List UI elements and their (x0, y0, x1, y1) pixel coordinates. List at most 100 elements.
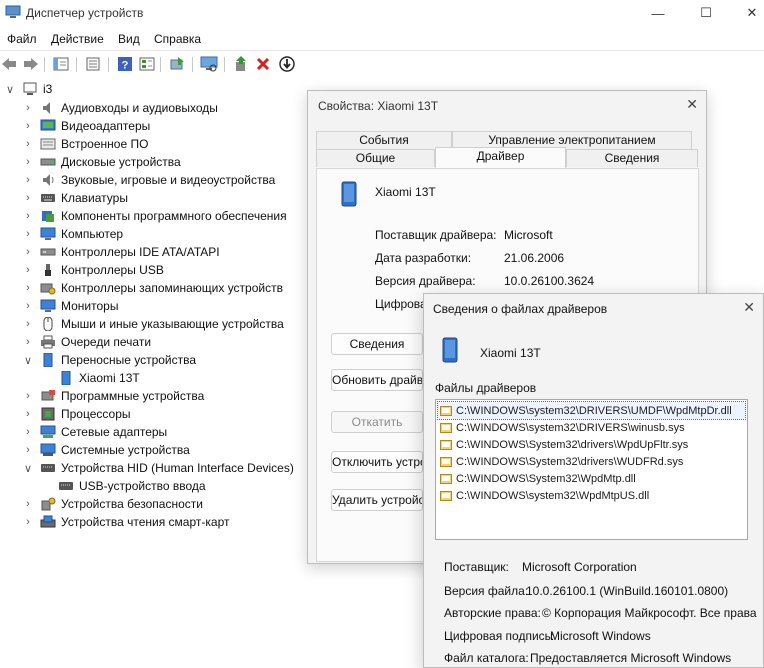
tree-category-label: Программные устройства (61, 389, 205, 403)
tree-category[interactable]: › Контроллеры USB (22, 261, 164, 279)
chevron-right-icon[interactable]: › (22, 174, 34, 186)
list-item[interactable]: C:\WINDOWS\system32\DRIVERS\UMDF\WpdMtpD… (437, 401, 746, 420)
menu-file[interactable]: Файл (7, 32, 37, 46)
tree-category-label: Мониторы (61, 299, 119, 313)
chevron-right-icon[interactable]: › (22, 336, 34, 348)
tree-category[interactable]: › Сетевые адаптеры (22, 423, 167, 441)
tree-category[interactable]: › Видеоадаптеры (22, 117, 150, 135)
tree-category[interactable]: › Контроллеры запоминающих устройств (22, 279, 283, 297)
driver-file-path: C:\WINDOWS\system32\DRIVERS\winusb.sys (456, 421, 685, 434)
tree-category[interactable]: › Звуковые, игровые и видеоустройства (22, 171, 275, 189)
tree-category[interactable]: › Программные устройства (22, 387, 204, 405)
chevron-right-icon[interactable]: › (22, 408, 34, 420)
scan-hardware-icon[interactable] (200, 55, 218, 73)
chevron-right-icon[interactable]: › (22, 318, 34, 330)
chevron-right-icon[interactable]: › (22, 444, 34, 456)
tree-category[interactable]: ∨ Устройства HID (Human Interface Device… (22, 459, 294, 477)
minimize-button[interactable]: — (648, 4, 668, 22)
tree-category[interactable]: › Очереди печати (22, 333, 151, 351)
update-driver-button[interactable]: Обновить драйве (331, 369, 423, 391)
chevron-down-icon[interactable]: ∨ (4, 83, 16, 96)
chevron-right-icon[interactable]: › (22, 426, 34, 438)
firmware-icon (40, 138, 56, 150)
menu-view[interactable]: Вид (118, 32, 140, 46)
chevron-down-icon[interactable]: ∨ (22, 462, 34, 475)
chevron-right-icon[interactable]: › (22, 192, 34, 204)
tree-device[interactable]: USB-устройство ввода (58, 477, 206, 495)
chevron-down-icon[interactable]: ∨ (22, 354, 34, 367)
tree-category[interactable]: › Мыши и иные указывающие устройства (22, 315, 284, 333)
chevron-right-icon[interactable]: › (22, 282, 34, 294)
tree-category[interactable]: › Системные устройства (22, 441, 190, 459)
driver-file-path: C:\WINDOWS\system32\DRIVERS\UMDF\WpdMtpD… (456, 404, 732, 417)
disable-icon[interactable] (278, 55, 296, 73)
list-item[interactable]: C:\WINDOWS\system32\WpdMtpUS.dll (438, 487, 745, 504)
chevron-right-icon[interactable]: › (22, 138, 34, 150)
properties-icon[interactable] (84, 55, 102, 73)
tree-category-label: Системные устройства (61, 443, 190, 457)
update-driver-icon[interactable] (168, 55, 186, 73)
list-item[interactable]: C:\WINDOWS\System32\WpdMtp.dll (438, 470, 745, 487)
chevron-right-icon[interactable]: › (22, 516, 34, 528)
tree-device[interactable]: Xiaomi 13T (58, 369, 140, 387)
tree-category[interactable]: › Компоненты программного обеспечения (22, 207, 286, 225)
tree-category[interactable]: › Устройства безопасности (22, 495, 203, 513)
show-hide-icon[interactable] (52, 55, 70, 73)
chevron-right-icon[interactable]: › (22, 264, 34, 276)
chevron-right-icon[interactable]: › (22, 102, 34, 114)
chevron-right-icon[interactable]: › (22, 390, 34, 402)
close-button[interactable]: ✕ (742, 4, 762, 22)
list-item[interactable]: C:\WINDOWS\System32\drivers\WUDFRd.sys (438, 453, 745, 470)
driver-files-dialog: Сведения о файлах драйверов ✕ Xiaomi 13T… (423, 293, 764, 668)
tree-root[interactable]: ∨ i3 (4, 80, 52, 98)
tree-category[interactable]: › Мониторы (22, 297, 118, 315)
driver-file-path: C:\WINDOWS\System32\drivers\WUDFRd.sys (456, 455, 684, 468)
driver-files-close-button[interactable]: ✕ (743, 299, 755, 316)
tab-general[interactable]: Общие (316, 149, 435, 167)
tree-category[interactable]: › Клавиатуры (22, 189, 128, 207)
toolbar-separator (108, 57, 109, 72)
tree-category-label: Очереди печати (61, 335, 152, 349)
uninstall-icon[interactable] (254, 55, 272, 73)
hid-keyboard-icon (41, 464, 55, 472)
chevron-right-icon[interactable]: › (22, 120, 34, 132)
phone-icon (442, 337, 458, 363)
chevron-right-icon[interactable]: › (22, 246, 34, 258)
tree-category[interactable]: › Дисковые устройства (22, 153, 181, 171)
chevron-right-icon[interactable]: › (22, 228, 34, 240)
list-item[interactable]: C:\WINDOWS\system32\DRIVERS\winusb.sys (438, 419, 745, 436)
uninstall-device-button[interactable]: Удалить устройс (331, 489, 423, 511)
help-icon[interactable]: ? (116, 55, 134, 73)
driver-details-button[interactable]: Сведения (331, 333, 423, 355)
tree-category[interactable]: › Компьютер (22, 225, 123, 243)
file-version-value: 10.0.26100.1 (WinBuild.160101.0800) (526, 584, 729, 598)
chevron-right-icon[interactable]: › (22, 300, 34, 312)
list-item[interactable]: C:\WINDOWS\System32\drivers\WpdUpFltr.sy… (438, 436, 745, 453)
tree-category[interactable]: ∨ Переносные устройства (22, 351, 196, 369)
maximize-button[interactable]: ☐ (696, 4, 716, 22)
back-icon[interactable] (0, 55, 18, 73)
enable-device-icon[interactable] (232, 55, 250, 73)
chevron-right-icon[interactable]: › (22, 156, 34, 168)
tree-category[interactable]: › Процессоры (22, 405, 130, 423)
menu-help[interactable]: Справка (154, 32, 201, 46)
view-icon[interactable] (138, 55, 156, 73)
file-provider-label: Поставщик: (444, 560, 509, 574)
tab-details[interactable]: Сведения (566, 149, 698, 167)
catalog-file-label: Файл каталога: (444, 651, 529, 665)
disable-device-button[interactable]: Отключить устрой (331, 451, 423, 473)
driver-files-list[interactable]: C:\WINDOWS\system32\DRIVERS\UMDF\WpdMtpD… (435, 399, 748, 540)
tree-category[interactable]: › Контроллеры IDE ATA/ATAPI (22, 243, 220, 261)
tree-category[interactable]: › Устройства чтения смарт-карт (22, 513, 229, 531)
chevron-right-icon[interactable]: › (22, 210, 34, 222)
driver-files-dialog-title: Сведения о файлах драйверов (433, 302, 608, 316)
properties-close-button[interactable]: ✕ (686, 96, 698, 113)
tree-category[interactable]: › Аудиовходы и аудиовыходы (22, 99, 218, 117)
menu-action[interactable]: Действие (51, 32, 104, 46)
tree-category[interactable]: › Встроенное ПО (22, 135, 148, 153)
chevron-right-icon[interactable]: › (22, 498, 34, 510)
tab-driver[interactable]: Драйвер (435, 147, 566, 168)
roll-back-driver-button[interactable]: Откатить (331, 411, 423, 433)
tab-events[interactable]: События (316, 131, 452, 149)
forward-icon[interactable] (22, 55, 40, 73)
